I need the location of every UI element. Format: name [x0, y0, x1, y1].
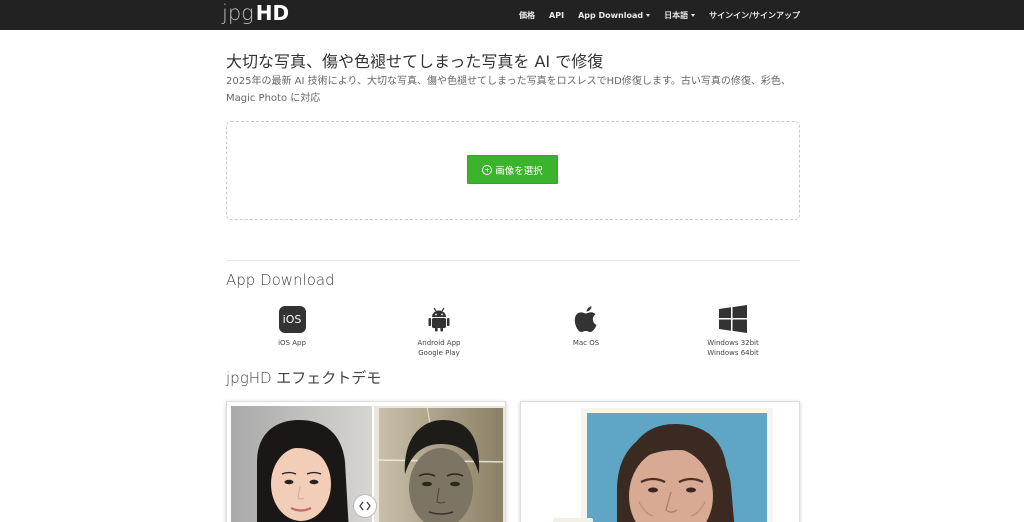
section-divider: [226, 260, 800, 261]
caret-down-icon: [691, 13, 696, 17]
nav-link-signin[interactable]: サインイン/サインアップ: [709, 10, 800, 21]
app-label: iOS App: [278, 338, 306, 348]
nav-dropdown-app-download-label: App Download: [578, 10, 644, 20]
app-download-title: App Download: [226, 271, 335, 289]
nav-link-api[interactable]: API: [549, 11, 564, 20]
app-label: Windows 32bit Windows 64bit: [707, 338, 759, 358]
windows-icon: [719, 305, 747, 333]
nav-dropdown-app-download[interactable]: App Download: [578, 10, 651, 20]
app-label-line1: Mac OS: [572, 339, 600, 347]
app-label-line1: Android App: [417, 339, 461, 347]
site-logo[interactable]: jpg HD: [222, 1, 289, 27]
caret-down-icon: [646, 13, 651, 17]
nav-dropdown-language[interactable]: 日本語: [664, 10, 696, 21]
nav-dropdown-language-label: 日本語: [664, 10, 689, 20]
navbar: jpg HD 価格 API App Download 日本語 サインイン/サイン…: [0, 0, 1024, 30]
apple-icon: [572, 305, 600, 333]
select-image-button-label: 画像を選択: [495, 165, 543, 177]
compare-slider-handle[interactable]: [353, 494, 377, 518]
app-download-windows[interactable]: Windows 32bit Windows 64bit: [683, 305, 783, 358]
app-download-ios[interactable]: iOS iOS App: [242, 305, 342, 348]
app-download-android[interactable]: Android App Google Play: [389, 305, 489, 358]
app-label-line2: Google Play: [418, 349, 460, 357]
page-description: 2025年の最新 AI 技術により、大切な写真、傷や色褪せてしまった写真をロスレ…: [226, 76, 791, 104]
app-label: Mac OS: [573, 338, 599, 348]
android-icon: [425, 305, 453, 333]
page-title: 大切な写真、傷や色褪せてしまった写真を AI で修復: [226, 52, 604, 71]
nav-link-pricing-label: 価格: [519, 10, 536, 20]
app-download-macos[interactable]: Mac OS: [536, 305, 636, 348]
app-label-line2: Windows 64bit: [707, 349, 759, 357]
logo-hd-text: HD: [255, 1, 290, 25]
plus-circle-icon: [482, 164, 493, 175]
demo-section-title: jpgHD エフェクトデモ: [226, 369, 382, 387]
app-label: Android App Google Play: [418, 338, 461, 358]
nav-links: 価格 API App Download 日本語 サインイン/サインアップ: [519, 0, 800, 30]
app-label-line1: iOS App: [278, 339, 306, 347]
nav-link-pricing[interactable]: 価格: [519, 10, 535, 21]
ios-icon-text: iOS: [282, 312, 302, 326]
chevron-left-right-icon: [359, 501, 371, 511]
ios-icon: iOS: [278, 305, 306, 333]
logo-jpg-text: jpg: [222, 1, 254, 25]
demo-card-restore[interactable]: [520, 401, 800, 522]
nav-link-signin-label: サインイン/サインアップ: [709, 10, 800, 20]
nav-link-api-label: API: [549, 10, 565, 20]
app-label-line1: Windows 32bit: [707, 339, 759, 347]
demo-image-restore: [521, 402, 799, 522]
select-image-button[interactable]: 画像を選択: [467, 155, 558, 184]
